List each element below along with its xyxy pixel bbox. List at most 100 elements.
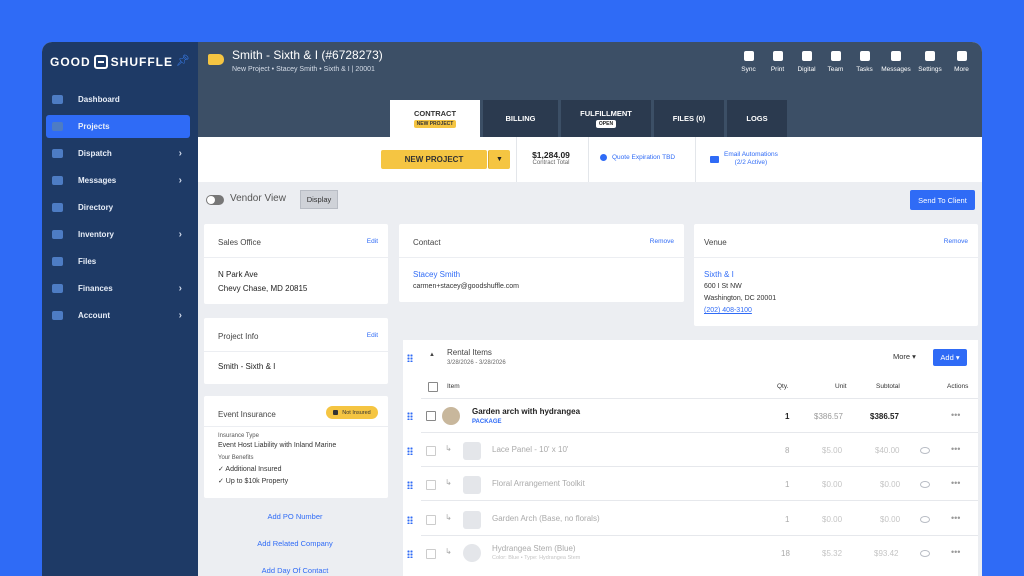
sidebar-item-files[interactable]: Files bbox=[46, 250, 190, 273]
add-item-button[interactable]: Add ▾ bbox=[933, 349, 967, 366]
collapse-caret-icon[interactable]: ▲ bbox=[429, 352, 435, 358]
divider bbox=[399, 257, 684, 258]
email-automations-link[interactable]: Email Automations (2/2 Active) bbox=[710, 151, 778, 167]
add-po-number-link[interactable]: Add PO Number bbox=[202, 512, 388, 521]
row-actions-icon[interactable]: ••• bbox=[951, 547, 960, 557]
new-project-dropdown[interactable]: ▼ bbox=[488, 150, 510, 169]
team-icon bbox=[830, 51, 841, 61]
sidebar-item-dispatch[interactable]: Dispatch › bbox=[46, 142, 190, 165]
tab-billing[interactable]: BILLING bbox=[483, 100, 558, 137]
project-name: Smith - Sixth & I bbox=[218, 362, 276, 371]
projects-icon bbox=[52, 122, 63, 131]
sidebar-item-account[interactable]: Account › bbox=[46, 304, 190, 327]
sub-item-arrow-icon: ↳ bbox=[445, 547, 452, 556]
add-day-of-contact-link[interactable]: Add Day Of Contact bbox=[202, 566, 388, 575]
send-to-client-button[interactable]: Send To Client bbox=[910, 190, 975, 210]
contact-name-link[interactable]: Stacey Smith bbox=[413, 270, 460, 279]
row-actions-icon[interactable]: ••• bbox=[951, 444, 960, 454]
sidebar-item-label: Inventory bbox=[78, 230, 115, 239]
print-button[interactable]: Print bbox=[763, 48, 792, 73]
item-thumbnail bbox=[463, 511, 481, 529]
insurance-status-badge[interactable]: Not Insured bbox=[326, 406, 378, 419]
contract-total-label: Contract Total bbox=[532, 160, 570, 166]
hidden-eye-icon[interactable] bbox=[920, 481, 930, 488]
remove-link[interactable]: Remove bbox=[650, 238, 674, 245]
tasks-button[interactable]: Tasks bbox=[850, 48, 879, 73]
divider bbox=[204, 426, 388, 427]
sidebar-item-label: Projects bbox=[78, 122, 110, 131]
clock-icon bbox=[600, 154, 607, 161]
app-window: GOOD SHUFFLE 📌︎ Dashboard Projects Dispa… bbox=[42, 42, 982, 576]
caret-down-icon: ▼ bbox=[496, 156, 503, 163]
tab-files[interactable]: FILES (0) bbox=[654, 100, 724, 137]
hidden-eye-icon[interactable] bbox=[920, 516, 930, 523]
row-actions-icon[interactable]: ••• bbox=[951, 513, 960, 523]
tab-label: LOGS bbox=[746, 114, 768, 123]
row-checkbox[interactable] bbox=[426, 446, 436, 456]
item-name: Garden arch with hydrangea bbox=[472, 407, 581, 416]
drag-handle-icon[interactable] bbox=[407, 481, 413, 489]
package-badge: PACKAGE bbox=[472, 419, 502, 425]
more-dropdown[interactable]: More ▾ bbox=[893, 352, 916, 361]
sidebar-item-label: Messages bbox=[78, 176, 117, 185]
sidebar-item-projects[interactable]: Projects bbox=[46, 115, 190, 138]
venue-phone-link[interactable]: (202) 408-3100 bbox=[704, 307, 752, 314]
messages-button[interactable]: Messages bbox=[879, 48, 913, 73]
column-header-actions: Actions bbox=[947, 383, 969, 390]
drag-handle-icon[interactable] bbox=[407, 412, 413, 420]
vendor-view-toggle[interactable] bbox=[206, 195, 224, 205]
tab-contract[interactable]: CONTRACT NEW PROJECT bbox=[390, 100, 480, 137]
row-checkbox[interactable] bbox=[426, 515, 436, 525]
remove-link[interactable]: Remove bbox=[944, 238, 968, 245]
drag-handle-icon[interactable] bbox=[407, 447, 413, 455]
row-checkbox[interactable] bbox=[426, 549, 436, 559]
item-subtotal: $93.42 bbox=[874, 549, 899, 558]
sync-button[interactable]: Sync bbox=[734, 48, 763, 73]
sidebar-item-directory[interactable]: Directory bbox=[46, 196, 190, 219]
item-name: Floral Arrangement Toolkit bbox=[492, 479, 585, 488]
row-checkbox[interactable] bbox=[426, 480, 436, 490]
chevron-right-icon: › bbox=[178, 283, 182, 294]
sidebar-item-messages[interactable]: Messages › bbox=[46, 169, 190, 192]
sidebar-item-dashboard[interactable]: Dashboard bbox=[46, 88, 190, 111]
drag-handle-icon[interactable] bbox=[407, 516, 413, 524]
pin-icon[interactable]: 📌︎ bbox=[176, 54, 190, 67]
team-button[interactable]: Team bbox=[821, 48, 850, 73]
chevron-right-icon: › bbox=[178, 175, 182, 186]
item-qty: 1 bbox=[785, 412, 790, 421]
row-actions-icon[interactable]: ••• bbox=[951, 410, 960, 420]
account-icon bbox=[52, 311, 63, 320]
item-thumbnail bbox=[463, 476, 481, 494]
edit-link[interactable]: Edit bbox=[367, 238, 378, 245]
settings-button[interactable]: Settings bbox=[913, 48, 947, 73]
tab-fulfillment[interactable]: FULFILLMENT OPEN bbox=[561, 100, 651, 137]
venue-city: Washington, DC 20001 bbox=[704, 295, 777, 302]
shield-icon bbox=[333, 410, 339, 415]
edit-link[interactable]: Edit bbox=[367, 332, 378, 339]
sidebar-item-label: Dashboard bbox=[78, 95, 120, 104]
digital-button[interactable]: Digital bbox=[792, 48, 821, 73]
app-logo[interactable]: GOOD SHUFFLE bbox=[50, 52, 173, 72]
more-button[interactable]: More bbox=[947, 48, 976, 73]
sidebar-item-inventory[interactable]: Inventory › bbox=[46, 223, 190, 246]
sidebar-item-finances[interactable]: Finances › bbox=[46, 277, 190, 300]
sidebar-item-label: Dispatch bbox=[78, 149, 112, 158]
row-checkbox[interactable] bbox=[426, 411, 436, 421]
drag-handle-icon[interactable] bbox=[407, 354, 413, 362]
contact-card: Contact Remove Stacey Smith carmen+stace… bbox=[399, 224, 684, 302]
add-related-company-link[interactable]: Add Related Company bbox=[202, 539, 388, 548]
drag-handle-icon[interactable] bbox=[407, 550, 413, 558]
quote-expiration-text: Quote Expiration TBD bbox=[612, 154, 676, 161]
display-button[interactable]: Display bbox=[300, 190, 338, 209]
hidden-eye-icon[interactable] bbox=[920, 447, 930, 454]
hidden-eye-icon[interactable] bbox=[920, 550, 930, 557]
row-actions-icon[interactable]: ••• bbox=[951, 478, 960, 488]
sub-item-arrow-icon: ↳ bbox=[445, 513, 452, 522]
new-project-button[interactable]: NEW PROJECT bbox=[381, 150, 487, 169]
quote-expiration-link[interactable]: Quote Expiration TBD bbox=[600, 154, 675, 161]
select-all-checkbox[interactable] bbox=[428, 382, 438, 392]
tab-label: CONTRACT bbox=[413, 109, 457, 118]
rental-items-panel: ▲ Rental Items 3/28/2026 - 3/28/2026 Mor… bbox=[403, 340, 978, 576]
tab-logs[interactable]: LOGS bbox=[727, 100, 787, 137]
venue-name-link[interactable]: Sixth & I bbox=[704, 270, 734, 279]
